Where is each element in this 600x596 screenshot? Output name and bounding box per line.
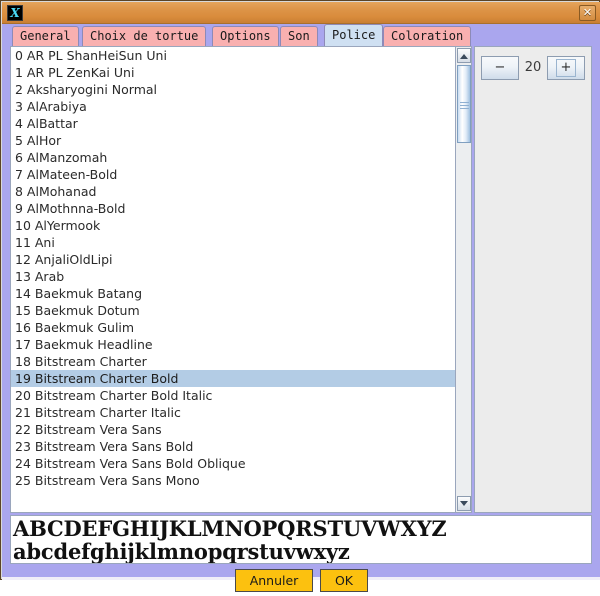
- scroll-up-icon[interactable]: [457, 48, 471, 63]
- cancel-button[interactable]: Annuler: [235, 569, 313, 592]
- list-item[interactable]: 16 Baekmuk Gulim: [11, 319, 455, 336]
- list-item[interactable]: 15 Baekmuk Dotum: [11, 302, 455, 319]
- list-item[interactable]: 9 AlMothnna-Bold: [11, 200, 455, 217]
- list-item[interactable]: 25 Bitstream Vera Sans Mono: [11, 472, 455, 489]
- close-button[interactable]: ✕: [579, 5, 596, 21]
- list-item[interactable]: 18 Bitstream Charter: [11, 353, 455, 370]
- increase-size-button[interactable]: +: [547, 56, 585, 80]
- preview-uppercase: ABCDEFGHIJKLMNOPQRSTUVWXYZ: [13, 516, 447, 541]
- scrollbar-grip-line: [460, 102, 469, 103]
- font-chooser-window: X ✕ General Choix de tortue Options Son …: [0, 0, 600, 592]
- list-item[interactable]: 8 AlMohanad: [11, 183, 455, 200]
- dialog-button-bar: Annuler OK: [2, 566, 600, 596]
- list-item[interactable]: 0 AR PL ShanHeiSun Uni: [11, 47, 455, 64]
- minus-icon: −: [494, 60, 506, 75]
- list-item[interactable]: 10 AlYermook: [11, 217, 455, 234]
- tab-strip: General Choix de tortue Options Son Poli…: [2, 24, 600, 46]
- ok-button[interactable]: OK: [320, 569, 368, 592]
- app-icon-glyph: X: [10, 6, 20, 20]
- close-icon: ✕: [582, 6, 593, 19]
- list-item[interactable]: 21 Bitstream Charter Italic: [11, 404, 455, 421]
- list-item[interactable]: 17 Baekmuk Headline: [11, 336, 455, 353]
- tab-police[interactable]: Police: [324, 24, 384, 46]
- decrease-size-button[interactable]: −: [481, 56, 519, 80]
- list-item[interactable]: 2 Aksharyogini Normal: [11, 81, 455, 98]
- list-item[interactable]: 12 AnjaliOldLipi: [11, 251, 455, 268]
- list-item-selected[interactable]: 19 Bitstream Charter Bold: [11, 370, 455, 387]
- list-item[interactable]: 3 AlArabiya: [11, 98, 455, 115]
- font-size-value: 20: [524, 60, 542, 75]
- tab-choix-de-tortue[interactable]: Choix de tortue: [82, 26, 207, 46]
- list-item[interactable]: 7 AlMateen-Bold: [11, 166, 455, 183]
- list-item[interactable]: 1 AR PL ZenKai Uni: [11, 64, 455, 81]
- list-item[interactable]: 20 Bitstream Charter Bold Italic: [11, 387, 455, 404]
- list-item[interactable]: 13 Arab: [11, 268, 455, 285]
- list-item[interactable]: 24 Bitstream Vera Sans Bold Oblique: [11, 455, 455, 472]
- font-list[interactable]: 0 AR PL ShanHeiSun Uni 1 AR PL ZenKai Un…: [10, 46, 472, 513]
- tab-son[interactable]: Son: [280, 26, 318, 46]
- window-titlebar: X ✕: [2, 2, 600, 24]
- font-preview: ABCDEFGHIJKLMNOPQRSTUVWXYZ abcdefghijklm…: [10, 515, 592, 564]
- list-item[interactable]: 5 AlHor: [11, 132, 455, 149]
- list-item[interactable]: 14 Baekmuk Batang: [11, 285, 455, 302]
- list-item[interactable]: 4 AlBattar: [11, 115, 455, 132]
- plus-icon: +: [560, 60, 572, 75]
- list-item[interactable]: 11 Ani: [11, 234, 455, 251]
- dialog-content: General Choix de tortue Options Son Poli…: [2, 24, 600, 592]
- scroll-down-arrow-glyph: [460, 500, 468, 506]
- preview-lowercase: abcdefghijklmnopqrstuvwxyz: [13, 539, 350, 564]
- list-item[interactable]: 22 Bitstream Vera Sans: [11, 421, 455, 438]
- scrollbar-grip-line: [460, 105, 469, 106]
- scrollbar-thumb[interactable]: [457, 65, 471, 143]
- font-size-panel: − 20 +: [474, 46, 592, 513]
- list-item[interactable]: 23 Bitstream Vera Sans Bold: [11, 438, 455, 455]
- scroll-down-icon[interactable]: [457, 496, 471, 511]
- tab-general[interactable]: General: [12, 26, 79, 46]
- list-scrollbar[interactable]: [455, 47, 471, 512]
- tab-options[interactable]: Options: [212, 26, 279, 46]
- font-list-items: 0 AR PL ShanHeiSun Uni 1 AR PL ZenKai Un…: [11, 47, 455, 512]
- tab-coloration[interactable]: Coloration: [383, 26, 472, 46]
- app-icon: X: [7, 5, 23, 21]
- scrollbar-grip-line: [460, 108, 469, 109]
- list-item[interactable]: 6 AlManzomah: [11, 149, 455, 166]
- scroll-up-arrow-glyph: [460, 53, 468, 59]
